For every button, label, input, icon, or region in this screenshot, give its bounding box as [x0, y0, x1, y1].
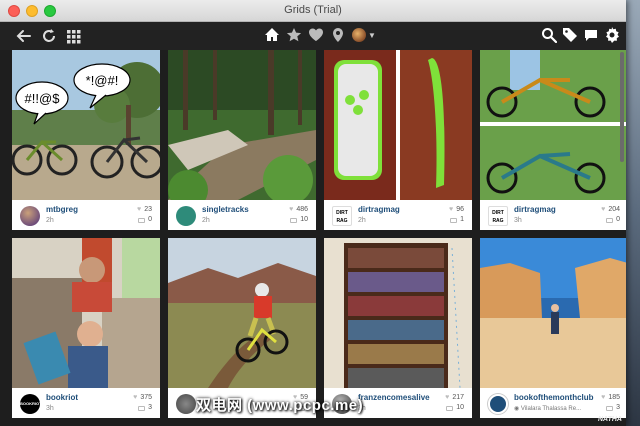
post-card[interactable]: bookofthemonthclub ◉ Vilalara Thalassa R…: [480, 238, 626, 418]
username[interactable]: bookofthemonthclub: [514, 393, 594, 402]
heart-icon: ♥: [601, 394, 606, 401]
username[interactable]: mtbgreg: [46, 205, 78, 214]
comment-icon: [450, 217, 458, 223]
post-photo[interactable]: [480, 238, 626, 388]
post-photo[interactable]: [480, 50, 626, 200]
title-bar: Grids (Trial): [0, 0, 626, 22]
scrollbar[interactable]: [620, 52, 624, 162]
post-photo[interactable]: [168, 50, 316, 200]
chevron-down-icon: ▼: [368, 30, 376, 40]
post-time: 2h: [202, 217, 210, 224]
avatar[interactable]: DIRT RAG: [332, 206, 352, 226]
window-title: Grids (Trial): [284, 4, 342, 16]
comment-count[interactable]: 1: [449, 215, 464, 225]
post-card[interactable]: ♥ 59: [168, 238, 316, 418]
post-time: 3h: [46, 405, 54, 412]
account-avatar: [352, 28, 366, 42]
heart-icon: ♥: [601, 206, 606, 213]
like-count[interactable]: ♥ 96: [449, 205, 464, 215]
heart-icon: ♥: [289, 206, 294, 213]
post-card[interactable]: BOOKRIOT bookriot 3h ♥ 375 3: [12, 238, 160, 418]
watermark-text: 双电网 (www.pcpc.me): [196, 397, 364, 414]
like-count[interactable]: ♥ 23: [137, 205, 152, 215]
post-card[interactable]: singletracks 2h ♥ 486 10: [168, 50, 316, 230]
heart-icon: ♥: [133, 394, 138, 401]
avatar[interactable]: [488, 394, 508, 414]
avatar[interactable]: DIRT RAG: [488, 206, 508, 226]
post-meta: DIRT RAG dirtragmag 2h ♥ 96 1: [324, 200, 472, 230]
comment-icon: [606, 217, 614, 223]
username[interactable]: dirtragmag: [358, 205, 400, 214]
post-time: 3h: [514, 217, 522, 224]
post-meta: BOOKRIOT bookriot 3h ♥ 375 3: [12, 388, 160, 418]
comment-icon: [138, 405, 146, 411]
app-window: Grids (Trial) ▼ #!!@$ *!@#! mtbgreg 2h ♥…: [0, 0, 626, 426]
post-card[interactable]: #!!@$ *!@#! mtbgreg 2h ♥ 23 0: [12, 50, 160, 230]
avatar[interactable]: [176, 206, 196, 226]
comment-count[interactable]: 0: [137, 215, 152, 225]
comment-icon: [446, 405, 454, 411]
post-photo[interactable]: [12, 238, 160, 388]
account-menu[interactable]: ▼: [352, 28, 376, 42]
star-icon[interactable]: [286, 27, 302, 43]
messages-icon[interactable]: [583, 27, 599, 43]
comment-count[interactable]: 10: [289, 215, 308, 225]
username[interactable]: franzencomesalive: [358, 393, 430, 402]
refresh-icon[interactable]: [41, 28, 57, 44]
post-photo[interactable]: #!!@$ *!@#!: [12, 50, 160, 200]
post-time: 2h: [46, 217, 54, 224]
home-icon[interactable]: [264, 27, 280, 43]
speech-bubble-text: *!@#!: [86, 73, 119, 88]
post-meta: DIRT RAG dirtragmag 3h ♥ 204 0: [480, 200, 626, 230]
avatar[interactable]: [176, 394, 196, 414]
comment-count[interactable]: 0: [601, 215, 620, 225]
like-count[interactable]: ♥ 375: [133, 393, 152, 403]
location-icon[interactable]: [330, 27, 346, 43]
username[interactable]: dirtragmag: [514, 205, 556, 214]
like-count[interactable]: ♥ 217: [445, 393, 464, 403]
heart-icon[interactable]: [308, 27, 324, 43]
comment-icon: [606, 405, 614, 411]
comment-count[interactable]: 10: [445, 403, 464, 413]
post-photo[interactable]: [324, 50, 472, 200]
post-photo[interactable]: [324, 238, 472, 388]
like-count[interactable]: ♥ 486: [289, 205, 308, 215]
toolbar: ▼: [0, 22, 626, 50]
heart-icon: ♥: [449, 206, 454, 213]
post-meta: bookofthemonthclub ◉ Vilalara Thalassa R…: [480, 388, 626, 418]
heart-icon: ♥: [137, 206, 142, 213]
post-location[interactable]: ◉ Vilalara Thalassa Re...: [514, 405, 581, 412]
post-card[interactable]: DIRT RAG dirtragmag 3h ♥ 204 0: [480, 50, 626, 230]
username[interactable]: bookriot: [46, 393, 78, 402]
back-icon[interactable]: [16, 28, 32, 44]
corner-watermark: NATHA: [598, 416, 622, 423]
grid-view-icon[interactable]: [66, 28, 82, 44]
search-icon[interactable]: [541, 27, 557, 43]
post-meta: singletracks 2h ♥ 486 10: [168, 200, 316, 230]
comment-icon: [138, 217, 146, 223]
speech-bubble-text: #!!@$: [25, 91, 61, 106]
comment-icon: [290, 217, 298, 223]
avatar[interactable]: BOOKRIOT: [20, 394, 42, 414]
desktop-background: [626, 0, 640, 426]
comment-count[interactable]: 3: [133, 403, 152, 413]
post-time: 2h: [358, 217, 366, 224]
location-icon: ◉: [514, 406, 520, 412]
post-photo[interactable]: [168, 238, 316, 388]
like-count[interactable]: ♥ 204: [601, 205, 620, 215]
like-count[interactable]: ♥ 185: [601, 393, 620, 403]
post-card[interactable]: franzencomesalive 3h ♥ 217 10: [324, 238, 472, 418]
settings-icon[interactable]: [604, 27, 620, 43]
tag-icon[interactable]: [562, 27, 578, 43]
avatar[interactable]: [20, 206, 40, 226]
post-meta: mtbgreg 2h ♥ 23 0: [12, 200, 160, 230]
heart-icon: ♥: [445, 394, 450, 401]
post-card[interactable]: DIRT RAG dirtragmag 2h ♥ 96 1: [324, 50, 472, 230]
comment-count[interactable]: 3: [601, 403, 620, 413]
username[interactable]: singletracks: [202, 205, 249, 214]
